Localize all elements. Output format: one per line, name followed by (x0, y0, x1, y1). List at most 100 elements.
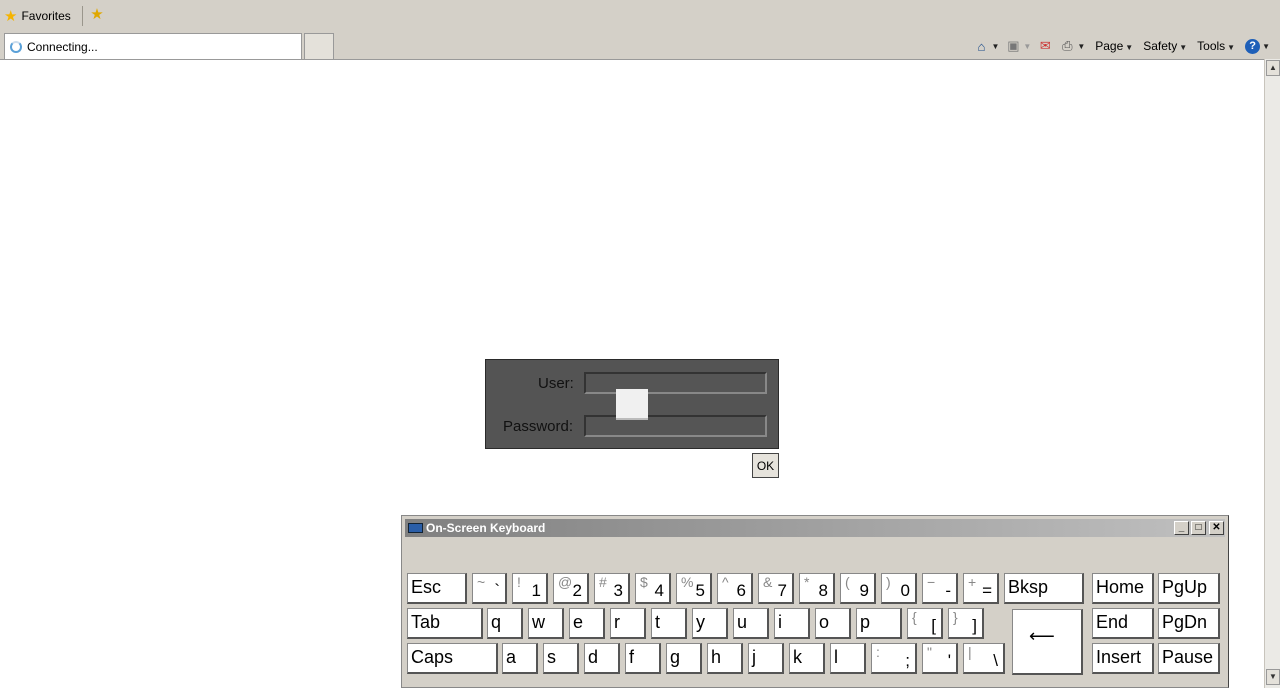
maximize-button[interactable]: □ (1191, 521, 1206, 535)
close-button[interactable]: ✕ (1209, 521, 1224, 535)
osk-title: On-Screen Keyboard (426, 521, 546, 535)
key-char[interactable]: | \ (963, 643, 1005, 674)
safety-menu[interactable]: Safety ▼ (1143, 39, 1187, 53)
key-label: Caps (411, 647, 454, 667)
key-home[interactable]: Home (1092, 573, 1154, 604)
key-char[interactable]: i (774, 608, 810, 639)
key-char[interactable]: t (651, 608, 687, 639)
key-pgdn[interactable]: PgDn (1158, 608, 1220, 639)
add-to-favorites-icon[interactable]: ★ (88, 6, 106, 24)
password-input[interactable] (584, 415, 767, 437)
key-char[interactable]: u (733, 608, 769, 639)
key-label: y (696, 612, 705, 632)
vertical-scrollbar[interactable]: ▲ ▼ (1264, 59, 1280, 688)
key-char[interactable]: p (856, 608, 902, 639)
key-char[interactable]: l (830, 643, 866, 674)
print-icon[interactable]: ⎙ (1059, 38, 1075, 54)
ok-button[interactable]: OK (752, 453, 779, 478)
key-char[interactable]: $4 (635, 573, 671, 604)
key-label: = (982, 581, 992, 600)
key-tab[interactable]: Tab (407, 608, 483, 639)
page-menu[interactable]: Page ▼ (1095, 39, 1133, 53)
key-shift-label: @ (558, 574, 573, 590)
key-char[interactable]: e (569, 608, 605, 639)
key-label: ; (905, 651, 910, 670)
tab-current[interactable]: Connecting... (4, 33, 302, 59)
key-char[interactable]: y (692, 608, 728, 639)
key-char[interactable]: d (584, 643, 620, 674)
minimize-button[interactable]: _ (1174, 521, 1189, 535)
key-label: 9 (859, 581, 869, 600)
key-label: Esc (411, 577, 442, 597)
key-label: ` (494, 581, 500, 600)
key-label: g (670, 647, 681, 667)
key-label: Home (1096, 577, 1145, 597)
key-char[interactable]: s (543, 643, 579, 674)
scroll-down-button[interactable]: ▼ (1266, 669, 1280, 685)
key-shift-label: ) (886, 574, 891, 590)
key-char[interactable]: f (625, 643, 661, 674)
print-dropdown-icon[interactable]: ▼ (1077, 42, 1085, 51)
key-char[interactable]: @2 (553, 573, 589, 604)
key-char[interactable]: (9 (840, 573, 876, 604)
favorites-button[interactable]: ★ Favorites (4, 6, 71, 26)
key-caps[interactable]: Caps (407, 643, 498, 674)
key-char[interactable]: :; (871, 643, 917, 674)
feeds-dropdown-icon[interactable]: ▼ (1023, 42, 1031, 51)
key-shift-label: ^ (722, 574, 729, 590)
key-char[interactable]: k (789, 643, 825, 674)
key-char[interactable]: − - (922, 573, 958, 604)
page-menu-label: Page (1095, 39, 1124, 53)
key-bksp[interactable]: Bksp (1004, 573, 1084, 604)
feeds-icon[interactable]: ▣ (1005, 38, 1021, 54)
key-label: a (506, 647, 517, 667)
key-esc[interactable]: Esc (407, 573, 467, 604)
key-label: PgDn (1162, 612, 1208, 632)
key-char[interactable]: h (707, 643, 743, 674)
key-char[interactable]: + = (963, 573, 999, 604)
key-shift-label: | (968, 644, 972, 660)
key-pgup[interactable]: PgUp (1158, 573, 1220, 604)
key-char[interactable]: ! 1 (512, 573, 548, 604)
key-char[interactable]: ^ 6 (717, 573, 753, 604)
home-dropdown-icon[interactable]: ▼ (991, 42, 999, 51)
user-input[interactable] (584, 372, 767, 394)
key-insert[interactable]: Insert (1092, 643, 1154, 674)
chevron-down-icon: ▼ (1227, 43, 1236, 52)
key-char[interactable]: j (748, 643, 784, 674)
key-pause[interactable]: Pause (1158, 643, 1220, 674)
key-char[interactable]: w (528, 608, 564, 639)
key-char[interactable]: a (502, 643, 538, 674)
key-label: \ (993, 651, 998, 670)
help-dropdown-icon[interactable]: ▼ (1262, 42, 1270, 51)
key-char[interactable]: & 7 (758, 573, 794, 604)
key-char[interactable]: o (815, 608, 851, 639)
key-char[interactable]: ) 0 (881, 573, 917, 604)
key-char[interactable]: {[ (907, 608, 943, 639)
key-char[interactable]: % 5 (676, 573, 712, 604)
key-char[interactable]: " ' (922, 643, 958, 674)
mail-icon[interactable]: ✉ (1037, 38, 1053, 54)
tools-menu-label: Tools (1197, 39, 1226, 53)
osk-title-bar[interactable]: On-Screen Keyboard _ □ ✕ (405, 519, 1225, 537)
new-tab-button[interactable] (304, 33, 334, 59)
enter-key[interactable]: ⟵ (1012, 609, 1083, 675)
key-label: k (793, 647, 802, 667)
tools-menu[interactable]: Tools ▼ (1197, 39, 1235, 53)
help-icon[interactable]: ? (1245, 38, 1261, 54)
key-shift-label: } (953, 609, 958, 625)
key-label: l (834, 647, 838, 667)
key-char[interactable]: r (610, 608, 646, 639)
key-char[interactable]: q (487, 608, 523, 639)
key-label: 1 (531, 581, 541, 600)
home-icon[interactable]: ⌂ (973, 38, 989, 54)
key-char[interactable]: g (666, 643, 702, 674)
scroll-up-button[interactable]: ▲ (1266, 60, 1280, 76)
key-end[interactable]: End (1092, 608, 1154, 639)
key-char[interactable]: #3 (594, 573, 630, 604)
key-char[interactable]: ~ ` (472, 573, 507, 604)
key-label: h (711, 647, 722, 667)
key-char[interactable]: }] (948, 608, 984, 639)
enter-key-label: ⟵ (1029, 626, 1055, 646)
key-char[interactable]: * 8 (799, 573, 835, 604)
